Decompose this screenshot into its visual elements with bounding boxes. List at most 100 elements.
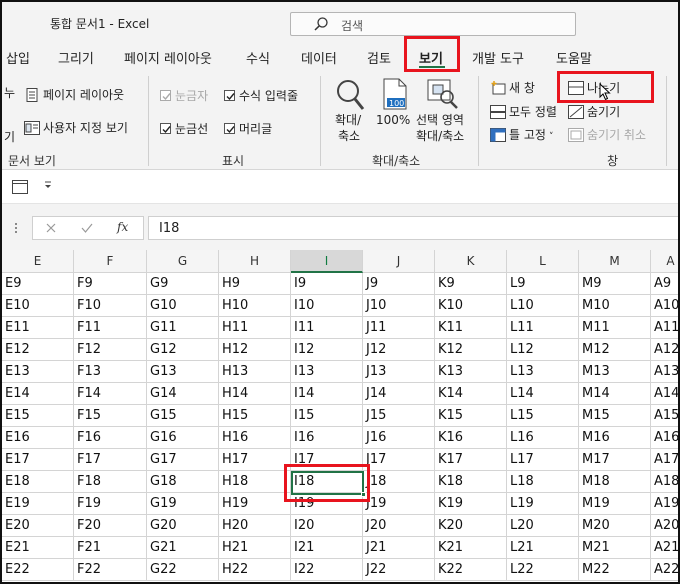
cell[interactable]: M12 xyxy=(579,339,651,361)
cell[interactable]: E10 xyxy=(2,295,74,317)
cell[interactable]: K9 xyxy=(435,273,507,295)
tab-data[interactable]: 데이터 xyxy=(301,48,337,67)
cell[interactable]: G10 xyxy=(147,295,219,317)
cell[interactable]: E19 xyxy=(2,493,74,515)
cell[interactable]: A13 xyxy=(651,361,678,383)
cell[interactable]: E20 xyxy=(2,515,74,537)
tab-insert[interactable]: 삽입 xyxy=(6,48,30,67)
zoom-button[interactable] xyxy=(332,78,368,115)
column-header-j[interactable]: J xyxy=(363,250,435,273)
cell[interactable]: E22 xyxy=(2,559,74,581)
cell[interactable]: A16 xyxy=(651,427,678,449)
cell[interactable]: M20 xyxy=(579,515,651,537)
cell[interactable]: H13 xyxy=(219,361,291,383)
column-header-l[interactable]: L xyxy=(507,250,579,273)
cell[interactable]: G9 xyxy=(147,273,219,295)
cell[interactable]: K17 xyxy=(435,449,507,471)
cell[interactable]: J9 xyxy=(363,273,435,295)
freeze-panes-button[interactable]: 틀 고정 ˅ xyxy=(490,126,553,143)
cell[interactable]: L15 xyxy=(507,405,579,427)
cell[interactable]: J13 xyxy=(363,361,435,383)
cell[interactable]: A14 xyxy=(651,383,678,405)
cell[interactable]: G14 xyxy=(147,383,219,405)
cell[interactable]: K13 xyxy=(435,361,507,383)
cell[interactable]: A21 xyxy=(651,537,678,559)
cell[interactable]: L12 xyxy=(507,339,579,361)
cell[interactable]: G21 xyxy=(147,537,219,559)
cell[interactable]: I12 xyxy=(291,339,363,361)
tab-draw[interactable]: 그리기 xyxy=(58,48,94,67)
cell[interactable]: I13 xyxy=(291,361,363,383)
cell[interactable]: J19 xyxy=(363,493,435,515)
cell[interactable]: J17 xyxy=(363,449,435,471)
cell[interactable]: F20 xyxy=(74,515,147,537)
cell[interactable]: J22 xyxy=(363,559,435,581)
cell[interactable]: K11 xyxy=(435,317,507,339)
search-box[interactable]: 검색 xyxy=(290,12,576,36)
tab-page-layout[interactable]: 페이지 레이아웃 xyxy=(124,48,212,67)
column-header-h[interactable]: H xyxy=(219,250,291,273)
new-document-icon[interactable] xyxy=(12,180,28,194)
cell[interactable]: J10 xyxy=(363,295,435,317)
cell[interactable]: M19 xyxy=(579,493,651,515)
cell[interactable]: L20 xyxy=(507,515,579,537)
cell[interactable]: F18 xyxy=(74,471,147,493)
cell[interactable]: M13 xyxy=(579,361,651,383)
cell[interactable]: L21 xyxy=(507,537,579,559)
cell[interactable]: K15 xyxy=(435,405,507,427)
hide-button[interactable]: 숨기기 xyxy=(568,103,620,120)
cell[interactable]: L18 xyxy=(507,471,579,493)
normal-view-label-partial[interactable]: 누 xyxy=(4,84,15,101)
cell[interactable]: E17 xyxy=(2,449,74,471)
cell[interactable]: H12 xyxy=(219,339,291,361)
cell[interactable]: E12 xyxy=(2,339,74,361)
cell[interactable]: M9 xyxy=(579,273,651,295)
cell[interactable]: H11 xyxy=(219,317,291,339)
cell[interactable]: E18 xyxy=(2,471,74,493)
unhide-button[interactable]: 숨기기 취소 xyxy=(568,126,646,143)
cell[interactable]: A17 xyxy=(651,449,678,471)
cell[interactable]: L9 xyxy=(507,273,579,295)
cell[interactable]: J16 xyxy=(363,427,435,449)
cell[interactable]: F16 xyxy=(74,427,147,449)
cell[interactable]: F14 xyxy=(74,383,147,405)
cell[interactable]: I20 xyxy=(291,515,363,537)
cell[interactable]: F22 xyxy=(74,559,147,581)
new-window-button[interactable]: 새 창 xyxy=(490,79,535,96)
cell[interactable]: H14 xyxy=(219,383,291,405)
cell[interactable]: A11 xyxy=(651,317,678,339)
cell[interactable]: M11 xyxy=(579,317,651,339)
cell[interactable]: I9 xyxy=(291,273,363,295)
tab-developer[interactable]: 개발 도구 xyxy=(472,48,524,67)
cell[interactable]: F21 xyxy=(74,537,147,559)
cell[interactable]: M14 xyxy=(579,383,651,405)
cell[interactable]: M15 xyxy=(579,405,651,427)
cell[interactable]: G12 xyxy=(147,339,219,361)
cell[interactable]: L14 xyxy=(507,383,579,405)
cell[interactable]: A20 xyxy=(651,515,678,537)
column-header-i[interactable]: I xyxy=(291,250,363,273)
customize-toolbar-icon[interactable] xyxy=(44,181,52,191)
insert-function-icon[interactable]: fx xyxy=(117,220,128,234)
cell[interactable]: F19 xyxy=(74,493,147,515)
page-layout-view-button[interactable]: 페이지 레이아웃 xyxy=(24,86,124,103)
arrange-all-button[interactable]: 모두 정렬 xyxy=(490,103,557,120)
cell[interactable]: I22 xyxy=(291,559,363,581)
cell[interactable]: H20 xyxy=(219,515,291,537)
cell[interactable]: I21 xyxy=(291,537,363,559)
cell[interactable]: K16 xyxy=(435,427,507,449)
formula-input[interactable]: I18 xyxy=(148,216,678,240)
cancel-icon[interactable] xyxy=(46,223,56,233)
cell[interactable]: H10 xyxy=(219,295,291,317)
cell[interactable]: E14 xyxy=(2,383,74,405)
cell[interactable]: I14 xyxy=(291,383,363,405)
cell[interactable]: M10 xyxy=(579,295,651,317)
cell[interactable]: I11 xyxy=(291,317,363,339)
cell[interactable]: K20 xyxy=(435,515,507,537)
headings-checkbox[interactable]: 머리글 xyxy=(224,120,272,137)
cell[interactable]: F11 xyxy=(74,317,147,339)
cell[interactable]: L17 xyxy=(507,449,579,471)
ruler-checkbox[interactable]: 눈금자 xyxy=(160,87,208,104)
cell[interactable]: J18 xyxy=(363,471,435,493)
column-header-f[interactable]: F xyxy=(74,250,147,273)
